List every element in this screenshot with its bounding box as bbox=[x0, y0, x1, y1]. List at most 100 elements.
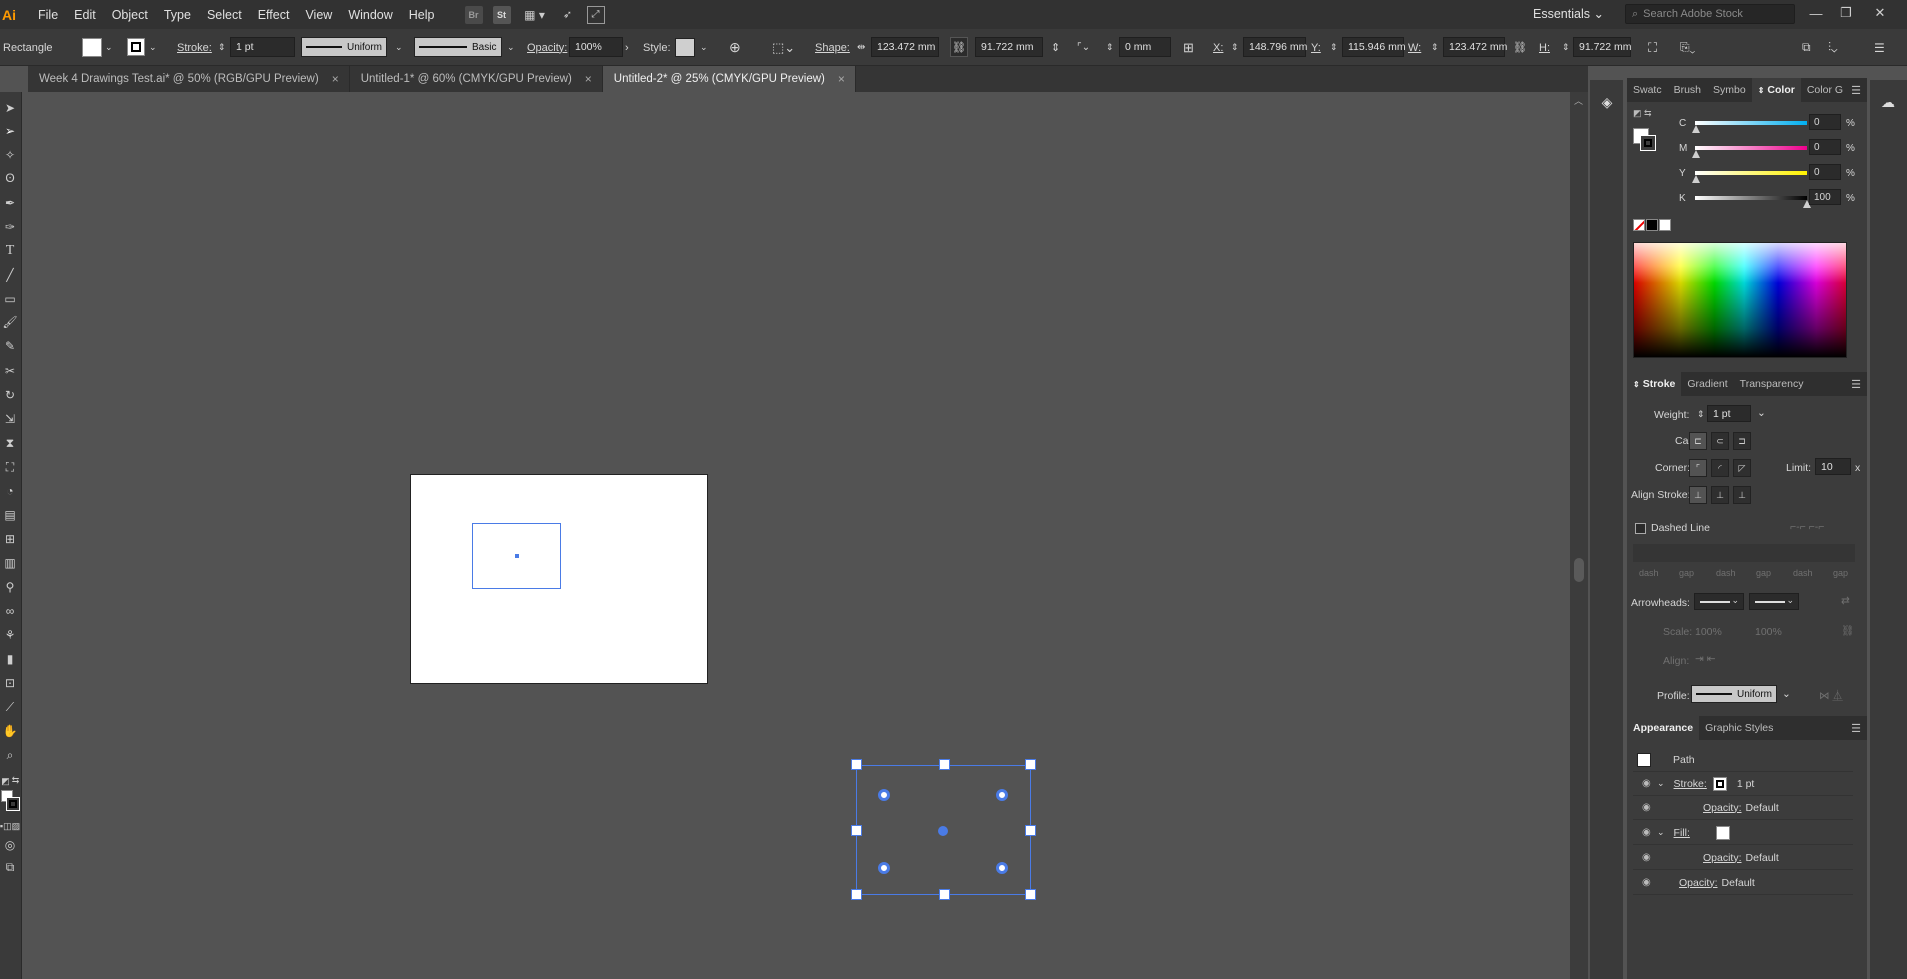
chevron-down-icon[interactable]: ⌄ bbox=[395, 29, 403, 66]
stroke-weight-value[interactable]: 1 pt bbox=[1737, 778, 1755, 790]
restore-icon[interactable]: ❐ bbox=[1834, 3, 1858, 23]
appearance-fill-opacity-row[interactable]: ◉ Opacity: Default bbox=[1633, 846, 1853, 870]
isolate-icon[interactable]: ⎘⌄ bbox=[1680, 29, 1695, 66]
profile-select[interactable]: Uniform bbox=[1691, 685, 1777, 703]
menu-file[interactable]: File bbox=[30, 0, 66, 29]
chevron-down-icon[interactable]: ⌄ bbox=[700, 29, 708, 66]
c-slider-thumb[interactable] bbox=[1692, 125, 1700, 133]
menu-effect[interactable]: Effect bbox=[250, 0, 298, 29]
w-field[interactable]: 123.472 mm bbox=[1443, 37, 1507, 57]
stepper-icon[interactable]: ⇕ bbox=[1562, 29, 1570, 66]
stepper-icon[interactable]: ⇕ bbox=[1330, 29, 1338, 66]
close-window-icon[interactable]: ✕ bbox=[1868, 3, 1892, 23]
round-cap-icon[interactable]: ⊂ bbox=[1711, 432, 1729, 450]
y-field[interactable]: 0 bbox=[1809, 164, 1841, 180]
align-to-icon[interactable]: ⬚⌄ bbox=[772, 29, 795, 66]
appearance-opacity-row[interactable]: ◉ Opacity: Default bbox=[1633, 871, 1853, 895]
artboard-tool-icon[interactable]: ⊡ bbox=[1, 675, 19, 691]
m-field[interactable]: 0 bbox=[1809, 139, 1841, 155]
fill-dropdown-icon[interactable]: ⌄ bbox=[105, 29, 113, 66]
eye-icon[interactable]: ◉ bbox=[1642, 877, 1656, 888]
stepper-icon[interactable]: ⇕ bbox=[1106, 29, 1114, 66]
constrain-proportions-icon[interactable]: ⛓ bbox=[1513, 29, 1527, 66]
stroke-swatch[interactable] bbox=[127, 38, 145, 56]
bridge-icon[interactable]: Br bbox=[464, 5, 483, 24]
fill-swatch[interactable] bbox=[1715, 825, 1730, 840]
dashed-line-checkbox[interactable] bbox=[1635, 523, 1646, 534]
start-arrowhead-select[interactable]: ⌄ bbox=[1694, 593, 1744, 610]
gpu-performance-icon[interactable]: ➶ bbox=[559, 8, 577, 21]
color-spectrum[interactable] bbox=[1633, 242, 1847, 358]
canvas[interactable] bbox=[28, 92, 1570, 979]
close-icon[interactable]: × bbox=[838, 72, 845, 86]
graphic-style-swatch[interactable] bbox=[675, 38, 695, 57]
shape-label[interactable]: Shape: bbox=[815, 29, 850, 66]
appearance-stroke-opacity-row[interactable]: ◉ Opacity: Default bbox=[1633, 796, 1853, 820]
menu-view[interactable]: View bbox=[297, 0, 340, 29]
eye-icon[interactable]: ◉ bbox=[1642, 852, 1656, 863]
corner-widget[interactable] bbox=[878, 789, 890, 801]
align-outside-icon[interactable]: ⊥ bbox=[1733, 486, 1751, 504]
fill-swatch[interactable] bbox=[82, 38, 102, 57]
paintbrush-icon[interactable]: 🖌 bbox=[1, 314, 19, 330]
chevron-down-icon[interactable]: ⌄ bbox=[507, 29, 515, 66]
arrange-documents-icon[interactable]: ▦ ▾ bbox=[521, 8, 549, 22]
resize-handle-tl[interactable] bbox=[851, 759, 862, 770]
black-color-swatch[interactable] bbox=[1646, 219, 1658, 231]
panel-menu-icon[interactable]: ☰ bbox=[1851, 84, 1861, 97]
corner-type-icon[interactable]: ⌜⌄ bbox=[1077, 29, 1090, 66]
appearance-fill-row[interactable]: ◉ ⌄ Fill: bbox=[1633, 821, 1853, 845]
corner-widget[interactable] bbox=[996, 862, 1008, 874]
fill-label[interactable]: Fill: bbox=[1674, 827, 1690, 839]
panel-menu-icon[interactable]: ☰ bbox=[1851, 378, 1861, 391]
screen-mode-icon[interactable]: ⧉ bbox=[1, 859, 19, 875]
corner-widget[interactable] bbox=[996, 789, 1008, 801]
tab-appearance[interactable]: Appearance bbox=[1627, 716, 1700, 740]
close-icon[interactable]: × bbox=[585, 72, 592, 86]
default-colors-icon[interactable]: ◩ bbox=[1, 773, 10, 789]
c-field[interactable]: 0 bbox=[1809, 114, 1841, 130]
tab-color[interactable]: ⇕ Color bbox=[1751, 78, 1801, 102]
export-icon[interactable]: ⤢ bbox=[586, 5, 605, 24]
type-tool-icon[interactable]: T bbox=[1, 243, 19, 259]
align-objects-icon[interactable]: ⊞ bbox=[1183, 29, 1194, 66]
stroke-weight-field[interactable]: 1 pt bbox=[230, 37, 295, 57]
preserve-dash-icon[interactable]: ⌐-⌐ ⌐-⌐ bbox=[1790, 521, 1824, 533]
resize-handle-bl[interactable] bbox=[851, 889, 862, 900]
flip-profile-icons[interactable]: ⋈ ⏅ bbox=[1819, 688, 1843, 703]
y-field[interactable]: 115.946 mm bbox=[1342, 37, 1406, 57]
tab-symbols[interactable]: Symbo bbox=[1707, 78, 1752, 102]
gradient-tool-icon[interactable]: ▥ bbox=[1, 555, 19, 571]
blend-tool-icon[interactable]: ∞ bbox=[1, 603, 19, 619]
scroll-up-icon[interactable]: ︿ bbox=[1574, 94, 1583, 107]
resize-handle-l[interactable] bbox=[851, 825, 862, 836]
shape-height-field[interactable]: 91.722 mm bbox=[975, 37, 1043, 57]
scroll-thumb[interactable] bbox=[1574, 558, 1584, 582]
h-field[interactable]: 91.722 mm bbox=[1573, 37, 1632, 57]
creative-cloud-libraries-icon[interactable]: ☁ bbox=[1877, 92, 1899, 112]
appearance-stroke-row[interactable]: ◉ ⌄ Stroke: 1 pt bbox=[1633, 772, 1853, 796]
slice-tool-icon[interactable]: ⟋ bbox=[1, 699, 19, 715]
direct-selection-tool-icon[interactable]: ➢ bbox=[1, 123, 19, 139]
round-join-icon[interactable]: ◜ bbox=[1711, 459, 1729, 477]
bevel-join-icon[interactable]: ◸ bbox=[1733, 459, 1751, 477]
c-slider[interactable] bbox=[1695, 121, 1807, 125]
lasso-icon[interactable]: ʘ bbox=[1, 170, 19, 186]
miter-join-icon[interactable]: ⌜ bbox=[1689, 459, 1707, 477]
brush-definition[interactable]: Basic bbox=[414, 37, 502, 57]
chevron-down-icon[interactable]: ⌄ bbox=[1657, 827, 1665, 838]
tab-swatches[interactable]: Swatc bbox=[1627, 78, 1668, 102]
center-point[interactable] bbox=[938, 826, 948, 836]
h-label[interactable]: H: bbox=[1539, 29, 1550, 66]
hand-tool-icon[interactable]: ✋ bbox=[1, 723, 19, 739]
opacity-label[interactable]: Opacity: bbox=[1679, 877, 1718, 889]
corner-radius-field[interactable]: 0 mm bbox=[1119, 37, 1171, 57]
menu-help[interactable]: Help bbox=[401, 0, 443, 29]
link-icon[interactable]: ⛓ bbox=[950, 37, 968, 57]
panel-menu-icon[interactable]: ☰ bbox=[1851, 722, 1861, 735]
vertical-scrollbar[interactable]: ︿ bbox=[1570, 92, 1588, 979]
scale-start-field[interactable]: 100% bbox=[1695, 626, 1722, 638]
butt-cap-icon[interactable]: ⊏ bbox=[1689, 432, 1707, 450]
shape-builder-icon[interactable]: ◔ bbox=[1, 483, 19, 499]
eye-icon[interactable]: ◉ bbox=[1642, 778, 1656, 789]
